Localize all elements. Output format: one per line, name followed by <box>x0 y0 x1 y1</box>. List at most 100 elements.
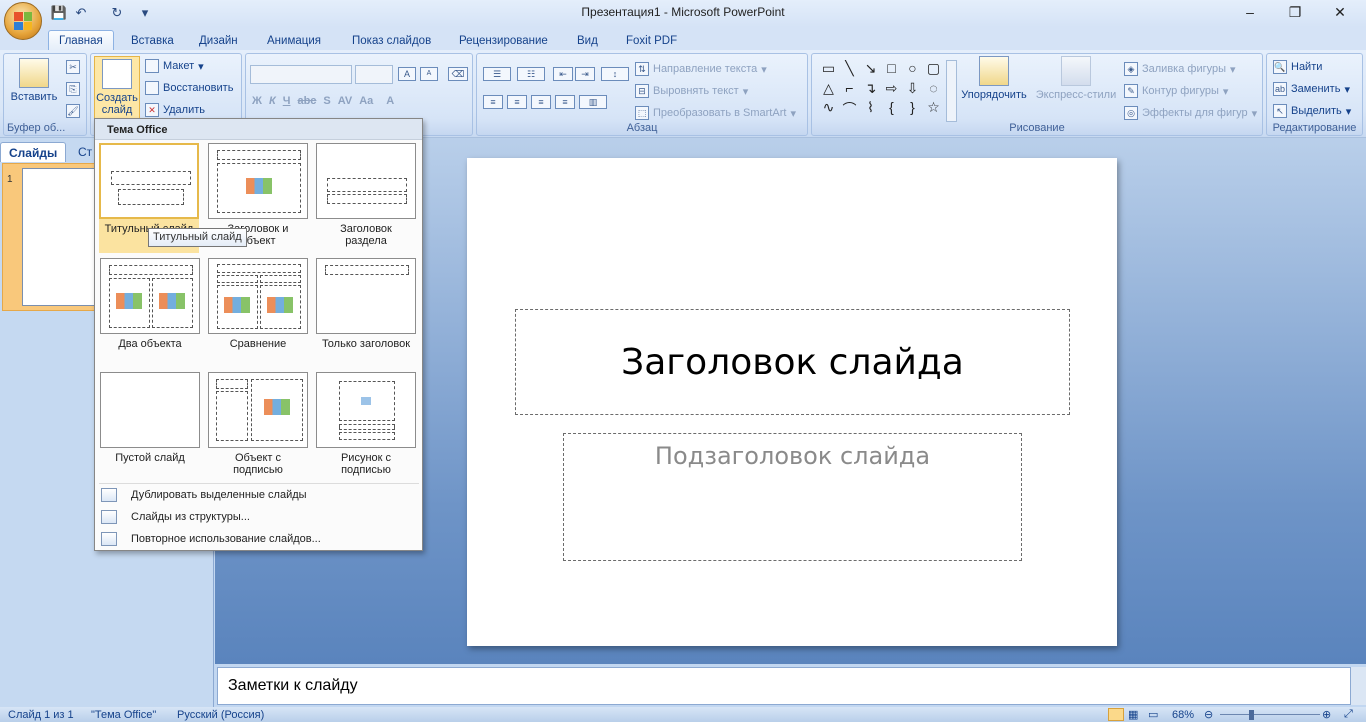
copy-icon[interactable]: ⎘ <box>66 82 80 96</box>
clear-format-icon[interactable]: ⌫ <box>448 67 468 81</box>
elbow-shape-icon[interactable]: ⌐ <box>839 80 860 100</box>
layout-section-header[interactable]: Заголовок раздела <box>316 143 416 247</box>
increase-indent-icon[interactable]: ⇥ <box>575 67 595 81</box>
line-shape-icon[interactable]: ╲ <box>839 60 860 80</box>
shadow-button[interactable]: S <box>323 95 330 107</box>
oval-shape-icon[interactable]: ○ <box>902 60 923 80</box>
layout-two-content[interactable]: Два объекта <box>100 258 200 350</box>
rectangle-shape-icon[interactable]: □ <box>881 60 902 80</box>
align-right-icon[interactable]: ≡ <box>531 95 551 109</box>
smartart-button[interactable]: ⬚ Преобразовать в SmartArt ▾ <box>635 106 796 120</box>
tab-review[interactable]: Рецензирование <box>449 30 558 51</box>
find-button[interactable]: 🔍 Найти <box>1273 60 1322 74</box>
normal-view-icon[interactable] <box>1108 708 1124 721</box>
shapes-scroll[interactable] <box>946 60 957 122</box>
cut-icon[interactable]: ✂ <box>66 60 80 74</box>
columns-icon[interactable]: ▥ <box>579 95 607 109</box>
paste-button[interactable]: Вставить <box>9 58 59 103</box>
shape-effects-button[interactable]: ◎ Эффекты для фигур ▾ <box>1124 106 1257 120</box>
maximize-button[interactable]: ❐ <box>1273 0 1317 24</box>
tab-slideshow[interactable]: Показ слайдов <box>342 30 441 51</box>
quick-styles-button[interactable]: Экспресс-стили <box>1034 56 1118 101</box>
textbox-shape-icon[interactable]: ▭ <box>818 60 839 80</box>
zoom-slider-thumb[interactable] <box>1249 710 1254 720</box>
decrease-indent-icon[interactable]: ⇤ <box>553 67 573 81</box>
tab-foxit[interactable]: Foxit PDF <box>616 30 687 51</box>
font-name-field[interactable] <box>250 65 352 84</box>
notes-field[interactable]: Заметки к слайду <box>217 667 1351 705</box>
layout-comparison[interactable]: Сравнение <box>208 258 308 350</box>
star-shape-icon[interactable]: ☆ <box>923 99 944 122</box>
new-slide-button[interactable]: Создать слайд <box>94 56 140 122</box>
format-painter-icon[interactable]: 🖌 <box>66 104 80 118</box>
arrange-button[interactable]: Упорядочить <box>958 56 1030 101</box>
menu-slides-from-outline[interactable]: Слайды из структуры... <box>101 507 419 527</box>
italic-button[interactable]: К <box>269 95 276 107</box>
minimize-button[interactable]: – <box>1228 0 1272 24</box>
layout-button[interactable]: Макет ▾ <box>145 59 204 73</box>
rounded-rect-shape-icon[interactable]: ▢ <box>923 60 944 80</box>
sorter-view-icon[interactable]: ▦ <box>1128 708 1138 721</box>
layout-picture-caption[interactable]: Рисунок с подписью <box>316 372 416 476</box>
tab-view[interactable]: Вид <box>567 30 608 51</box>
shapes-gallery[interactable]: ▭ ╲ ↘ □ ○ ▢ △ ⌐ ↴ ⇨ ⇩ ◌ ∿ ⌒ ⌇{} ☆ <box>818 60 944 122</box>
reset-button[interactable]: Восстановить <box>145 81 233 95</box>
layout-title-only[interactable]: Только заголовок <box>316 258 416 350</box>
tab-design[interactable]: Дизайн <box>189 30 248 51</box>
underline-button[interactable]: Ч <box>283 95 291 107</box>
text-direction-button[interactable]: ⇅ Направление текста ▾ <box>635 62 767 76</box>
zoom-in-icon[interactable]: ⊕ <box>1322 708 1331 721</box>
notes-scrollbar[interactable] <box>1351 667 1366 705</box>
tab-animation[interactable]: Анимация <box>257 30 331 51</box>
grow-font-icon[interactable]: A <box>398 67 416 81</box>
slideshow-view-icon[interactable]: ▭ <box>1148 708 1158 721</box>
case-button[interactable]: Aa <box>359 95 373 107</box>
tab-slides-pane[interactable]: Слайды <box>0 142 67 162</box>
replace-button[interactable]: ab Заменить ▾ <box>1273 82 1350 96</box>
shrink-font-icon[interactable]: A <box>420 67 438 81</box>
bullets-icon[interactable]: ☰ <box>483 67 511 81</box>
numbering-icon[interactable]: ☷ <box>517 67 545 81</box>
triangle-shape-icon[interactable]: △ <box>818 80 839 100</box>
callout-shape-icon[interactable]: ◌ <box>923 80 944 100</box>
office-button[interactable] <box>4 2 42 40</box>
align-text-button[interactable]: ⊟ Выровнять текст ▾ <box>635 84 748 98</box>
shape-outline-button[interactable]: ✎ Контур фигуры ▾ <box>1124 84 1228 98</box>
fit-window-icon[interactable]: ⤢ <box>1344 708 1353 721</box>
layout-content-caption[interactable]: Объект с подписью <box>208 372 308 476</box>
left-brace-shape-icon[interactable]: { <box>881 99 902 122</box>
bold-button[interactable]: Ж <box>252 95 262 107</box>
close-button[interactable]: ✕ <box>1318 0 1362 24</box>
down-arrow-shape-icon[interactable]: ⇩ <box>902 80 923 100</box>
select-button[interactable]: ↖ Выделить ▾ <box>1273 104 1351 118</box>
font-color-button[interactable]: A <box>386 95 394 107</box>
subtitle-placeholder[interactable]: Подзаголовок слайда <box>563 433 1022 561</box>
align-center-icon[interactable]: ≡ <box>507 95 527 109</box>
title-placeholder[interactable]: Заголовок слайда <box>515 309 1070 415</box>
menu-reuse-slides[interactable]: Повторное использование слайдов... <box>101 529 419 549</box>
strike-button[interactable]: abc <box>297 95 316 107</box>
right-brace-shape-icon[interactable]: } <box>902 99 923 122</box>
picture-icon <box>361 397 371 405</box>
shape-fill-button[interactable]: ◈ Заливка фигуры ▾ <box>1124 62 1236 76</box>
arrow-line-shape-icon[interactable]: ↘ <box>860 60 881 80</box>
right-arrow-shape-icon[interactable]: ⇨ <box>881 80 902 100</box>
delete-slide-button[interactable]: ✕ Удалить <box>145 103 205 117</box>
zoom-out-icon[interactable]: ⊖ <box>1204 708 1213 721</box>
tab-home[interactable]: Главная <box>48 30 114 51</box>
curve-shape-icon[interactable]: ∿ <box>818 99 839 122</box>
menu-duplicate-slides[interactable]: Дублировать выделенные слайды <box>101 485 419 505</box>
font-size-field[interactable] <box>355 65 393 84</box>
freeform-shape-icon[interactable]: ⌇ <box>860 99 881 122</box>
tab-insert[interactable]: Вставка <box>121 30 184 51</box>
zoom-level[interactable]: 68% <box>1172 709 1194 721</box>
spacing-button[interactable]: AV <box>338 95 352 107</box>
layout-blank[interactable]: Пустой слайд <box>100 372 200 464</box>
line-spacing-icon[interactable]: ↕ <box>601 67 629 81</box>
align-left-icon[interactable]: ≡ <box>483 95 503 109</box>
justify-icon[interactable]: ≡ <box>555 95 575 109</box>
delete-label: Удалить <box>163 104 205 116</box>
arc-shape-icon[interactable]: ⌒ <box>839 99 860 122</box>
zoom-slider[interactable] <box>1220 714 1320 715</box>
elbow-arrow-shape-icon[interactable]: ↴ <box>860 80 881 100</box>
